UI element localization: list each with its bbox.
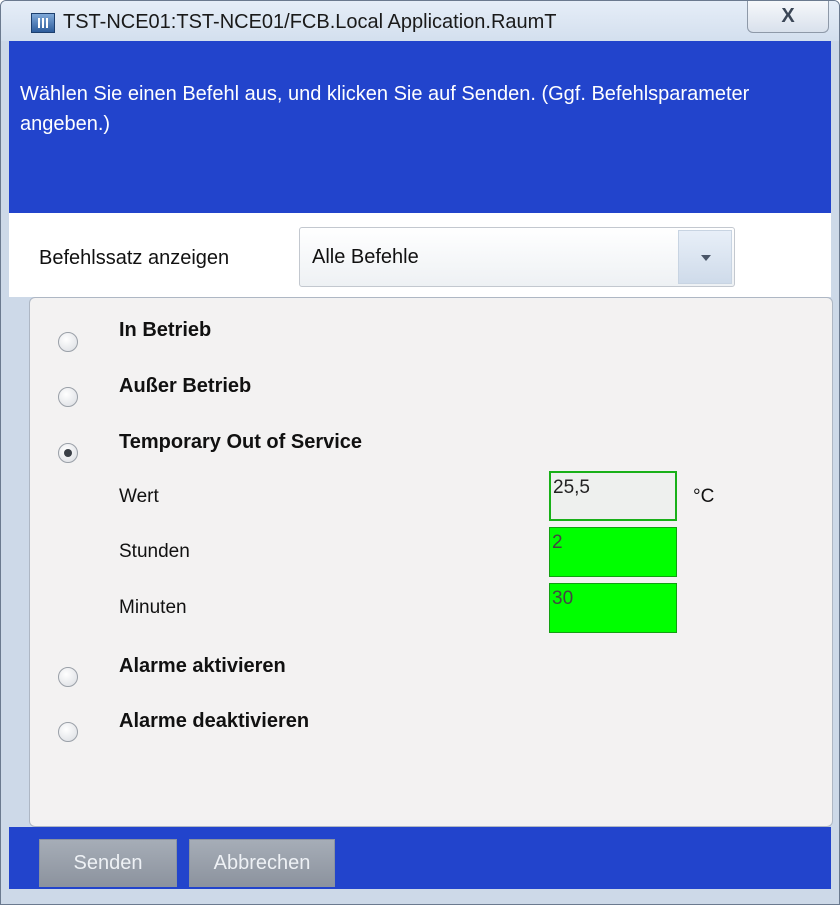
chevron-down-icon[interactable] <box>678 230 732 284</box>
radio-alarme-deaktivieren[interactable] <box>58 722 78 742</box>
command-set-dropdown[interactable]: Alle Befehle <box>299 227 735 287</box>
param-label-minuten: Minuten <box>119 597 187 618</box>
app-icon <box>31 13 55 33</box>
command-dialog: TST-NCE01:TST-NCE01/FCB.Local Applicatio… <box>0 0 840 905</box>
instruction-text: Wählen Sie einen Befehl aus, und klicken… <box>20 83 750 135</box>
send-button[interactable]: Senden <box>39 839 177 887</box>
wert-input[interactable]: 25,5 <box>549 471 677 521</box>
cancel-button[interactable]: Abbrechen <box>189 839 335 887</box>
stunden-input[interactable]: 2 <box>549 527 677 577</box>
wert-unit: °C <box>693 486 715 507</box>
window-bottom-border <box>1 889 839 904</box>
radio-temporary-out-of-service[interactable] <box>58 443 78 463</box>
radio-in-betrieb[interactable] <box>58 332 78 352</box>
option-alarme-aktivieren[interactable]: Alarme aktivieren <box>119 655 286 678</box>
command-set-label: Befehlssatz anzeigen <box>39 247 230 269</box>
minuten-input[interactable]: 30 <box>549 583 677 633</box>
radio-ausser-betrieb[interactable] <box>58 387 78 407</box>
option-temporary-out-of-service[interactable]: Temporary Out of Service <box>119 431 362 454</box>
radio-alarme-aktivieren[interactable] <box>58 667 78 687</box>
close-button[interactable]: X <box>747 1 829 33</box>
option-in-betrieb[interactable]: In Betrieb <box>119 319 211 342</box>
param-label-stunden: Stunden <box>119 541 190 562</box>
option-alarme-deaktivieren[interactable]: Alarme deaktivieren <box>119 710 309 733</box>
option-ausser-betrieb[interactable]: Außer Betrieb <box>119 375 251 398</box>
title-bar[interactable]: TST-NCE01:TST-NCE01/FCB.Local Applicatio… <box>1 1 839 41</box>
param-label-wert: Wert <box>119 486 159 507</box>
window-title: TST-NCE01:TST-NCE01/FCB.Local Applicatio… <box>63 11 557 33</box>
command-set-value: Alle Befehle <box>312 246 419 268</box>
